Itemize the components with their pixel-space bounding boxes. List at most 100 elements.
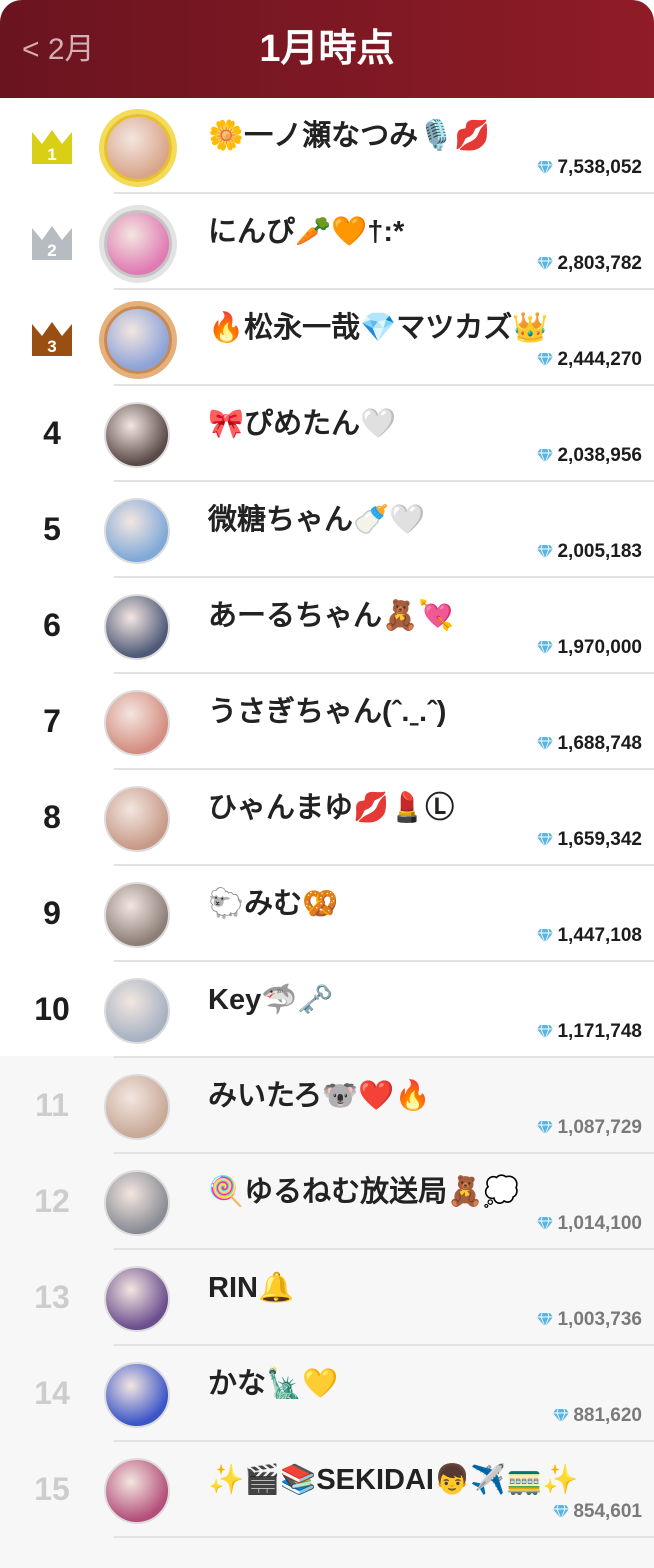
diamond-icon bbox=[537, 256, 554, 272]
rank-number: 14 bbox=[34, 1375, 70, 1411]
rank-number: 11 bbox=[35, 1087, 69, 1123]
ranking-row[interactable]: 9 🐑みむ🥨 1,447,108 bbox=[0, 866, 654, 962]
ranking-row[interactable]: 1 🌼一ノ瀬なつみ🎙️💋 7,538,052 bbox=[0, 98, 654, 194]
crown-rank-number: 3 bbox=[47, 337, 56, 356]
score: 1,171,748 bbox=[536, 1018, 642, 1046]
score: 1,014,100 bbox=[536, 1210, 642, 1238]
score-value: 1,970,000 bbox=[557, 637, 642, 658]
diamond-icon bbox=[537, 352, 554, 368]
score: 1,003,736 bbox=[536, 1306, 642, 1334]
diamond-icon bbox=[537, 736, 554, 752]
user-name[interactable]: あーるちゃん🧸💘 bbox=[208, 596, 648, 636]
ranking-row[interactable]: 12 🍭ゆるねむ放送局🧸💭 1,014,100 bbox=[0, 1154, 654, 1250]
user-name[interactable]: 🔥松永一哉💎マツカズ👑 bbox=[208, 308, 648, 348]
ranking-row[interactable]: 13 RIN🔔 1,003,736 bbox=[0, 1250, 654, 1346]
user-name[interactable]: ひゃんまゆ💋💄Ⓛ bbox=[208, 788, 648, 828]
avatar[interactable] bbox=[104, 210, 172, 278]
silver-crown-icon: 2 bbox=[32, 226, 72, 260]
diamond-icon bbox=[537, 448, 554, 464]
score-value: 1,447,108 bbox=[557, 925, 642, 946]
ranking-row[interactable]: 8 ひゃんまゆ💋💄Ⓛ 1,659,342 bbox=[0, 770, 654, 866]
ranking-row[interactable]: 3 🔥松永一哉💎マツカズ👑 2,444,270 bbox=[0, 290, 654, 386]
crown-rank-number: 1 bbox=[47, 145, 56, 164]
ranking-row[interactable]: 6 あーるちゃん🧸💘 1,970,000 bbox=[0, 578, 654, 674]
diamond-icon bbox=[537, 1312, 554, 1328]
ranking-row[interactable]: 11 みいたろ🐨❤️🔥 1,087,729 bbox=[0, 1058, 654, 1154]
user-name[interactable]: RIN🔔 bbox=[208, 1268, 648, 1308]
rank-number: 13 bbox=[34, 1279, 70, 1315]
avatar[interactable] bbox=[104, 690, 170, 756]
score: 1,087,729 bbox=[536, 1114, 642, 1142]
user-name[interactable]: みいたろ🐨❤️🔥 bbox=[208, 1076, 648, 1116]
score-value: 2,444,270 bbox=[557, 349, 642, 370]
score-value: 1,171,748 bbox=[557, 1021, 642, 1042]
avatar[interactable] bbox=[104, 114, 172, 182]
user-name[interactable]: 微糖ちゃん🍼🤍 bbox=[208, 500, 648, 540]
diamond-icon bbox=[537, 544, 554, 560]
rank-number: 4 bbox=[43, 415, 61, 451]
user-name[interactable]: Key🦈🗝️ bbox=[208, 980, 648, 1020]
row-divider bbox=[114, 1536, 654, 1538]
score: 881,620 bbox=[552, 1402, 642, 1430]
score-value: 1,688,748 bbox=[557, 733, 642, 754]
diamond-icon bbox=[537, 640, 554, 656]
avatar[interactable] bbox=[104, 402, 170, 468]
ranking-row[interactable]: 14 かな🗽💛 881,620 bbox=[0, 1346, 654, 1442]
score: 1,659,342 bbox=[536, 826, 642, 854]
diamond-icon bbox=[553, 1504, 570, 1520]
user-name[interactable]: ✨🎬📚SEKIDAI👦✈️🚃✨ bbox=[208, 1460, 648, 1500]
avatar[interactable] bbox=[104, 1362, 170, 1428]
rank-number: 6 bbox=[43, 607, 61, 643]
avatar[interactable] bbox=[104, 594, 170, 660]
user-name[interactable]: かな🗽💛 bbox=[208, 1364, 648, 1404]
avatar[interactable] bbox=[104, 1074, 170, 1140]
ranking-row[interactable]: 2 にんぴ🥕🧡†:* 2,803,782 bbox=[0, 194, 654, 290]
crown-rank-number: 2 bbox=[47, 241, 56, 260]
diamond-icon bbox=[537, 1120, 554, 1136]
diamond-icon bbox=[537, 160, 554, 176]
score: 1,688,748 bbox=[536, 730, 642, 758]
avatar[interactable] bbox=[104, 882, 170, 948]
score-value: 2,038,956 bbox=[557, 445, 642, 466]
diamond-icon bbox=[537, 928, 554, 944]
user-name[interactable]: 🎀ぴめたん🤍 bbox=[208, 404, 648, 444]
user-name[interactable]: 🌼一ノ瀬なつみ🎙️💋 bbox=[208, 116, 648, 156]
user-name[interactable]: にんぴ🥕🧡†:* bbox=[208, 212, 648, 252]
user-name[interactable]: うさぎちゃん(ˆ.ˍ.ˆ) bbox=[208, 692, 648, 732]
ranking-row[interactable]: 5 微糖ちゃん🍼🤍 2,005,183 bbox=[0, 482, 654, 578]
ranking-row[interactable]: 15 ✨🎬📚SEKIDAI👦✈️🚃✨ 854,601 bbox=[0, 1442, 654, 1538]
rank-number: 12 bbox=[34, 1183, 70, 1219]
rank-number: 8 bbox=[43, 799, 61, 835]
score-value: 881,620 bbox=[573, 1405, 642, 1426]
score-value: 1,003,736 bbox=[557, 1309, 642, 1330]
score: 854,601 bbox=[552, 1498, 642, 1526]
score: 2,005,183 bbox=[536, 538, 642, 566]
rank-number: 15 bbox=[34, 1471, 70, 1507]
score-value: 1,014,100 bbox=[557, 1213, 642, 1234]
score: 2,803,782 bbox=[536, 250, 642, 278]
avatar[interactable] bbox=[104, 1170, 170, 1236]
rank-number: 9 bbox=[43, 895, 61, 931]
rank-number: 10 bbox=[34, 991, 70, 1027]
user-name[interactable]: 🍭ゆるねむ放送局🧸💭 bbox=[208, 1172, 648, 1212]
ranking-row[interactable]: 4 🎀ぴめたん🤍 2,038,956 bbox=[0, 386, 654, 482]
avatar[interactable] bbox=[104, 1266, 170, 1332]
avatar[interactable] bbox=[104, 978, 170, 1044]
avatar[interactable] bbox=[104, 498, 170, 564]
ranking-row[interactable]: 7 うさぎちゃん(ˆ.ˍ.ˆ) 1,688,748 bbox=[0, 674, 654, 770]
score: 2,038,956 bbox=[536, 442, 642, 470]
score: 2,444,270 bbox=[536, 346, 642, 374]
ranking-row[interactable]: 10 Key🦈🗝️ 1,171,748 bbox=[0, 962, 654, 1058]
header-bar: < 2月 1月時点 bbox=[0, 0, 654, 98]
score-value: 2,803,782 bbox=[557, 253, 642, 274]
bronze-crown-icon: 3 bbox=[32, 322, 72, 356]
page-title: 1月時点 bbox=[259, 28, 395, 70]
ranking-screen: < 2月 1月時点 1 🌼一ノ瀬なつみ🎙️💋 7,538,052 2 にんぴ🥕🧡†:* 2… bbox=[0, 0, 654, 1568]
score-value: 1,659,342 bbox=[557, 829, 642, 850]
user-name[interactable]: 🐑みむ🥨 bbox=[208, 884, 648, 924]
avatar[interactable] bbox=[104, 306, 172, 374]
avatar[interactable] bbox=[104, 1458, 170, 1524]
gold-crown-icon: 1 bbox=[32, 130, 72, 164]
avatar[interactable] bbox=[104, 786, 170, 852]
score-value: 7,538,052 bbox=[557, 157, 642, 178]
